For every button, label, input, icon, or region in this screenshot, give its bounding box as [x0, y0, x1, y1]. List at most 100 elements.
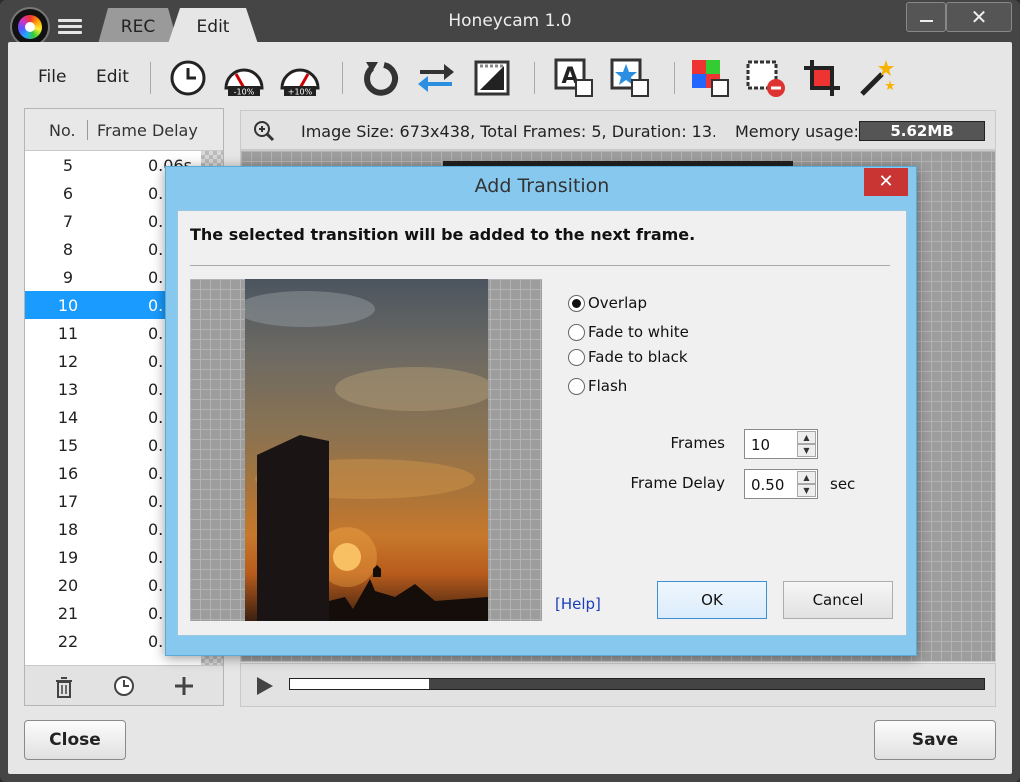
text-icon[interactable]: A: [552, 56, 596, 100]
frame-number: 18: [57, 520, 79, 539]
divider: [190, 265, 890, 266]
frame-delay: 0.: [148, 184, 164, 203]
frame-delay-stepper[interactable]: 0.50 ▲ ▼: [744, 469, 818, 499]
frame-number: 14: [57, 408, 79, 427]
add-frame-icon[interactable]: [173, 675, 195, 697]
window-close-button[interactable]: ✕: [946, 2, 1012, 32]
frame-delay-value[interactable]: 0.50: [751, 476, 784, 494]
minimize-button[interactable]: [906, 2, 946, 32]
tab-edit[interactable]: Edit: [168, 8, 258, 44]
frame-number: 12: [57, 352, 79, 371]
toolbar-divider: [342, 62, 343, 94]
play-icon[interactable]: [255, 675, 275, 697]
frame-delay: 0.: [148, 296, 164, 315]
memory-usage-label: Memory usage:: [735, 122, 859, 141]
filter-icon[interactable]: [470, 56, 514, 100]
radio-fade-to-white[interactable]: [568, 324, 585, 341]
frame-number: 11: [57, 324, 79, 343]
frame-number: 16: [57, 464, 79, 483]
frame-delay: 0.: [148, 520, 164, 539]
hamburger-menu-icon[interactable]: [58, 16, 82, 38]
frames-down-icon[interactable]: ▼: [797, 444, 816, 457]
toolbar-divider: [150, 62, 151, 94]
frame-delay: 0.: [148, 464, 164, 483]
dialog-body: The selected transition will be added to…: [177, 210, 907, 636]
frame-number: 9: [62, 268, 74, 287]
speed-up-label: +10%: [288, 88, 313, 97]
frame-number: 19: [57, 548, 79, 567]
color-icon[interactable]: [688, 56, 732, 100]
toolbar-divider: [534, 62, 535, 94]
frame-delay: 0.: [148, 240, 164, 259]
frame-number: 15: [57, 436, 79, 455]
clock-icon[interactable]: [166, 56, 210, 100]
cancel-button[interactable]: Cancel: [783, 581, 893, 619]
trash-icon[interactable]: [53, 675, 75, 699]
save-button[interactable]: Save: [874, 720, 996, 760]
frames-value[interactable]: 10: [751, 436, 770, 454]
frame-delay-unit: sec: [830, 475, 856, 493]
frame-number: 5: [62, 156, 74, 175]
frames-up-icon[interactable]: ▲: [797, 431, 816, 444]
frame-delay: 0.: [148, 352, 164, 371]
frame-number: 10: [57, 296, 79, 315]
ok-button[interactable]: OK: [657, 581, 767, 619]
tab-rec[interactable]: REC: [98, 8, 178, 44]
image-info-text: Image Size: 673x438, Total Frames: 5, Du…: [301, 122, 715, 141]
frame-number: 8: [62, 240, 74, 259]
frame-number: 13: [57, 380, 79, 399]
dialog-title: Add Transition: [474, 175, 610, 197]
sticker-icon[interactable]: [608, 56, 652, 100]
zoom-icon[interactable]: [253, 120, 275, 142]
frame-delay: 0.: [148, 380, 164, 399]
speed-up-icon[interactable]: +10%: [278, 56, 322, 100]
frame-number: 17: [57, 492, 79, 511]
effects-icon[interactable]: [856, 56, 900, 100]
frame-delay: 0.: [148, 408, 164, 427]
frame-delay: 0.: [148, 212, 164, 231]
delay-up-icon[interactable]: ▲: [797, 471, 816, 484]
frame-delay: 0.: [148, 548, 164, 567]
frame-list-footer: [25, 665, 223, 705]
frame-number: 21: [57, 604, 79, 623]
playback-bar: [240, 663, 996, 707]
window-title: Honeycam 1.0: [448, 11, 572, 31]
frame-delay: 0.: [148, 604, 164, 623]
app-logo-icon[interactable]: [10, 7, 50, 47]
header-frame-delay: Frame Delay: [97, 121, 198, 140]
close-button[interactable]: Close: [24, 720, 126, 760]
playback-slider[interactable]: [289, 678, 985, 690]
frame-number: 22: [57, 632, 79, 651]
radio-flash[interactable]: [568, 378, 585, 395]
remove-frame-icon[interactable]: [744, 56, 788, 100]
help-link[interactable]: [Help]: [555, 595, 601, 613]
menu-file[interactable]: File: [38, 67, 66, 87]
dialog-message: The selected transition will be added to…: [190, 225, 696, 244]
header-no: No.: [49, 121, 76, 140]
frame-delay-clock-icon[interactable]: [113, 675, 135, 697]
menu-edit[interactable]: Edit: [96, 67, 129, 87]
radio-overlap[interactable]: [568, 295, 585, 312]
reverse-icon[interactable]: [358, 56, 402, 100]
preview-image: [245, 279, 488, 621]
frame-delay: 0.: [148, 268, 164, 287]
frame-delay-label: Frame Delay: [630, 474, 725, 492]
memory-usage-value: 5.62MB: [859, 121, 985, 141]
frame-number: 20: [57, 576, 79, 595]
dialog-close-button[interactable]: ✕: [864, 168, 908, 196]
speed-down-label: -10%: [234, 88, 255, 97]
yoyo-icon[interactable]: [414, 56, 458, 100]
app-window: REC Edit Honeycam 1.0 ✕ File Edit -10% +…: [0, 0, 1020, 782]
crop-icon[interactable]: [800, 56, 844, 100]
frame-number: 7: [62, 212, 74, 231]
delay-down-icon[interactable]: ▼: [797, 484, 816, 497]
add-transition-dialog: Add Transition ✕ The selected transition…: [165, 166, 917, 656]
frame-list-header: No. Frame Delay: [25, 109, 223, 151]
info-bar: Image Size: 673x438, Total Frames: 5, Du…: [240, 110, 996, 150]
frames-stepper[interactable]: 10 ▲ ▼: [744, 429, 818, 459]
frame-delay: 0.: [148, 436, 164, 455]
transition-preview: [190, 279, 542, 621]
radio-fade-to-black[interactable]: [568, 349, 585, 366]
speed-down-icon[interactable]: -10%: [222, 56, 266, 100]
frame-number: 6: [62, 184, 74, 203]
